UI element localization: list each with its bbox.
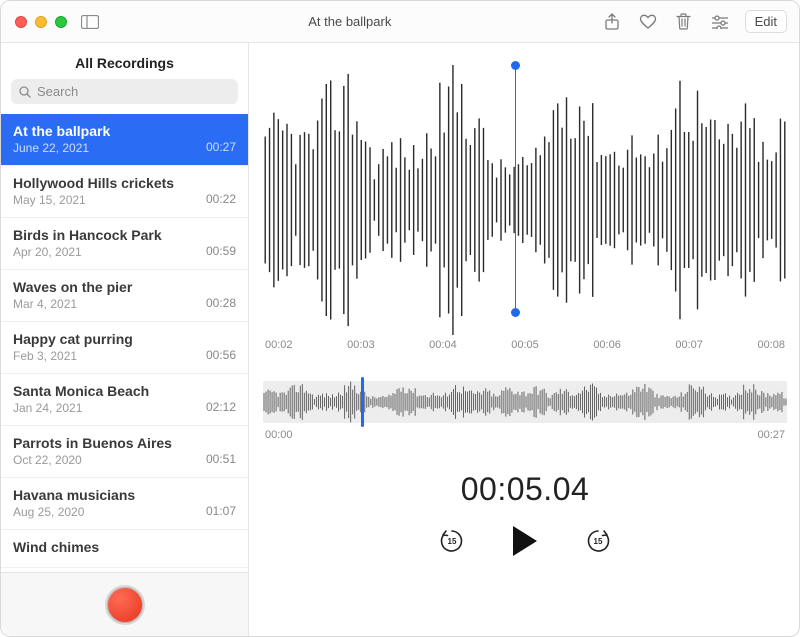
overview-times: 00:00 00:27 [263,429,787,441]
timecode: 00:05.04 [263,471,787,508]
sliders-icon [711,15,729,29]
playhead[interactable] [515,65,516,313]
skip-back-button[interactable]: 15 [438,527,466,555]
record-button[interactable] [105,585,145,625]
list-item[interactable]: Santa Monica Beach Jan 24, 2021 02:12 [1,374,248,426]
ruler-tick: 00:04 [429,339,457,357]
recording-date: Apr 20, 2021 [13,245,82,259]
recording-date: Oct 22, 2020 [13,453,82,467]
ruler-tick: 00:05 [511,339,539,357]
search-input[interactable]: Search [11,79,238,104]
search-placeholder: Search [37,84,78,99]
recording-duration: 02:12 [206,400,236,414]
recording-date: Feb 3, 2021 [13,349,77,363]
close-window-button[interactable] [15,16,27,28]
list-item[interactable]: At the ballpark June 22, 2021 00:27 [1,114,248,166]
recording-name: Hollywood Hills crickets [13,175,236,191]
minimize-window-button[interactable] [35,16,47,28]
recording-name: Waves on the pier [13,279,236,295]
ruler-tick: 00:03 [347,339,375,357]
play-icon [510,524,540,558]
ruler-tick: 00:07 [675,339,703,357]
recording-name: Parrots in Buenos Aires [13,435,236,451]
list-item[interactable]: Parrots in Buenos Aires Oct 22, 2020 00:51 [1,426,248,478]
ruler-tick: 00:08 [757,339,785,357]
time-ruler: 00:02 00:03 00:04 00:05 00:06 00:07 00:08 [263,335,787,357]
recording-duration: 00:22 [206,192,236,206]
favorite-button[interactable] [637,11,659,33]
overview-start: 00:00 [265,429,293,441]
body: All Recordings Search At the ballpark Jun… [1,43,799,636]
detail-pane: 00:02 00:03 00:04 00:05 00:06 00:07 00:08 00:0… [249,43,799,636]
list-item[interactable]: Hollywood Hills crickets May 15, 2021 00:2… [1,166,248,218]
recording-duration: 00:27 [206,140,236,154]
recording-name: Havana musicians [13,487,236,503]
window-title: At the ballpark [99,14,601,29]
recording-date: Aug 25, 2020 [13,505,84,519]
recording-name: Santa Monica Beach [13,383,236,399]
play-button[interactable] [510,524,540,558]
app-window: At the ballpark [0,0,800,637]
edit-button[interactable]: Edit [745,10,787,33]
trash-icon [676,13,691,30]
toolbar-right: Edit [601,10,787,33]
recording-date: Mar 4, 2021 [13,297,77,311]
recording-name: Happy cat purring [13,331,236,347]
recording-date: Jan 24, 2021 [13,401,82,415]
zoom-window-button[interactable] [55,16,67,28]
recording-duration: 00:51 [206,452,236,466]
skip-forward-amount: 15 [594,537,603,546]
sidebar: All Recordings Search At the ballpark Jun… [1,43,249,636]
overview-end: 00:27 [757,429,785,441]
list-item[interactable]: Birds in Hancock Park Apr 20, 2021 00:59 [1,218,248,270]
titlebar: At the ballpark [1,1,799,43]
skip-forward-button[interactable]: 15 [584,527,612,555]
recording-date: May 15, 2021 [13,193,86,207]
list-item[interactable]: Waves on the pier Mar 4, 2021 00:28 [1,270,248,322]
waveform-overview[interactable] [263,381,787,423]
ruler-tick: 00:02 [265,339,293,357]
delete-button[interactable] [673,11,695,33]
recording-duration: 00:56 [206,348,236,362]
heart-icon [639,14,657,30]
window-controls [15,16,67,28]
recording-name: At the ballpark [13,123,236,139]
sidebar-icon [81,15,99,29]
list-item[interactable]: Happy cat purring Feb 3, 2021 00:56 [1,322,248,374]
ruler-tick: 00:06 [593,339,621,357]
waveform-zoomed[interactable]: 00:0200:0300:0400:0500:0600:0700:08 [263,65,787,335]
skip-back-amount: 15 [448,537,457,546]
recording-duration: 00:59 [206,244,236,258]
recording-list[interactable]: At the ballpark June 22, 2021 00:27 Hollywo… [1,114,248,572]
recording-duration: 00:28 [206,296,236,310]
recording-name: Wind chimes [13,539,236,555]
recording-duration: 01:07 [206,504,236,518]
recording-name: Birds in Hancock Park [13,227,236,243]
sidebar-title: All Recordings [1,43,248,79]
options-button[interactable] [709,11,731,33]
recording-date: June 22, 2021 [13,141,89,155]
overview-playhead[interactable] [361,377,364,427]
toggle-sidebar-button[interactable] [81,15,99,29]
sidebar-footer [1,572,248,636]
search-icon [19,86,31,98]
share-button[interactable] [601,11,623,33]
list-item[interactable]: Wind chimes [1,530,248,568]
list-item[interactable]: Havana musicians Aug 25, 2020 01:07 [1,478,248,530]
transport-controls: 15 15 [263,524,787,558]
share-icon [604,13,620,31]
